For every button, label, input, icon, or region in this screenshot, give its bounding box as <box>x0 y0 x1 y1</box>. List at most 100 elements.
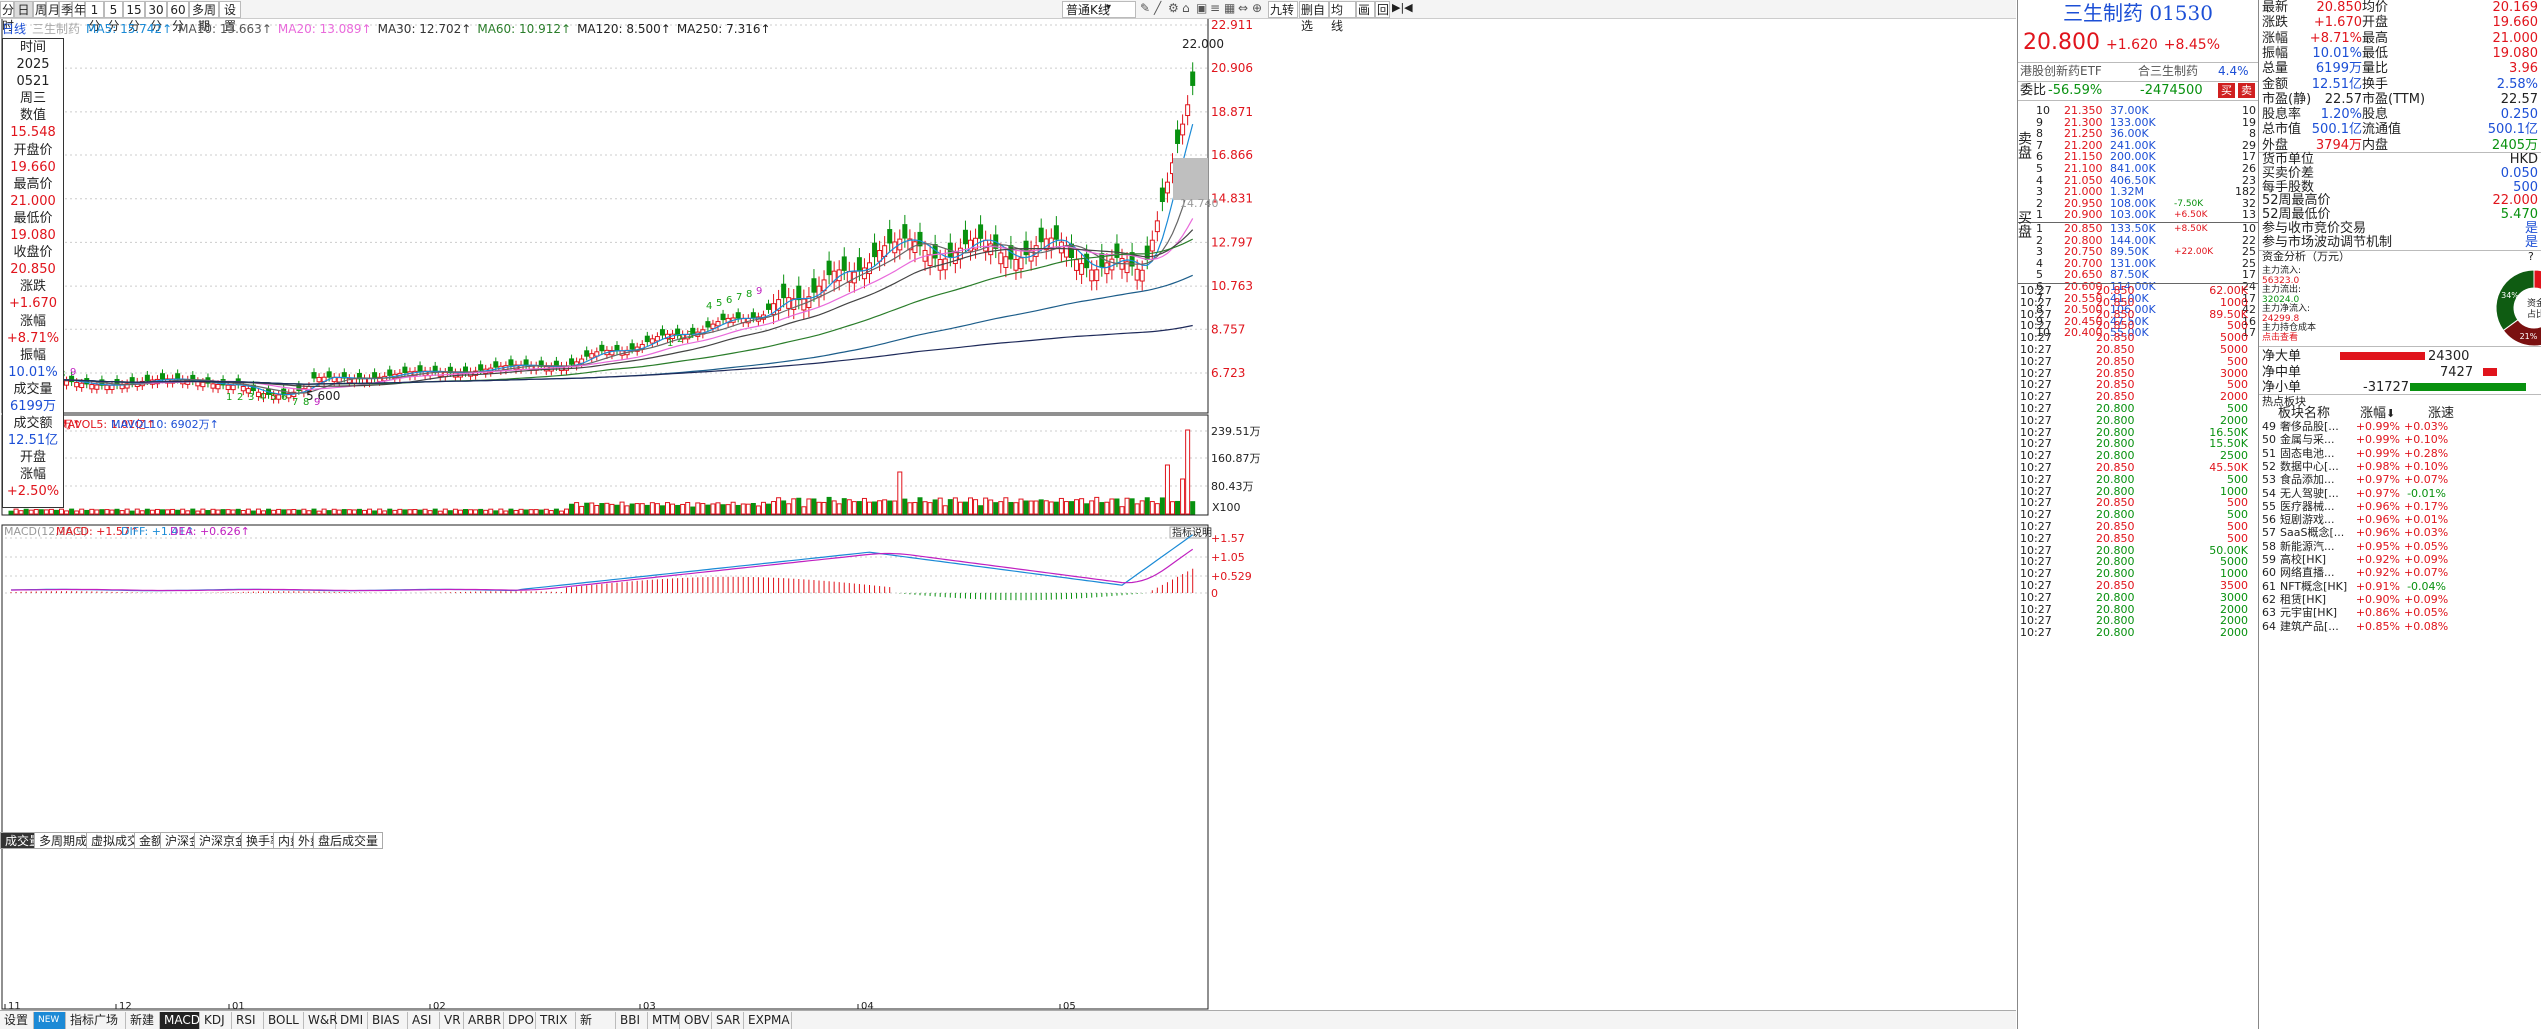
etf-stock: 合三生制药 <box>2138 64 2199 78</box>
hot-sector-name[interactable]: 新能源汽... <box>2280 540 2335 553</box>
volume-bar <box>250 510 256 515</box>
indicator-tab-7[interactable]: BOLL <box>264 1012 304 1029</box>
etf-label[interactable]: 港股创新药ETF <box>2020 62 2102 81</box>
buy-button[interactable]: 买 <box>2218 83 2235 98</box>
hot-sector-name[interactable]: 固态电池... <box>2280 447 2335 460</box>
hot-sector-name[interactable]: 奢侈品股[... <box>2280 420 2339 433</box>
candle-body <box>1074 259 1080 271</box>
hot-sector-name[interactable]: NFT概念[HK] <box>2280 580 2347 593</box>
pen-icon[interactable]: ✎ <box>1140 1 1150 15</box>
right-tab-1[interactable]: 删自选 <box>1299 1 1329 33</box>
hot-sector-name[interactable]: 元宇宙[HK] <box>2280 606 2337 619</box>
right-tab-4[interactable]: 回 <box>1375 1 1390 18</box>
volume-bar <box>993 502 999 515</box>
volume-axis-label: 160.87万 <box>1211 452 1261 465</box>
list-icon[interactable]: ≡ <box>1210 1 1220 15</box>
hot-rank: 56 <box>2262 513 2276 527</box>
volume-tab-9[interactable]: 盘后成交量 <box>313 832 384 849</box>
indicator-tab-15[interactable]: TRIX <box>536 1012 576 1029</box>
right-tab-3[interactable]: 画 <box>1356 1 1375 18</box>
indicator-tab-8[interactable]: W&R <box>304 1012 338 1029</box>
hot-sector-pct: +0.90% <box>2355 592 2400 606</box>
fund-net: 24299.8 <box>2262 313 2300 324</box>
indicator-tab-5[interactable]: KDJ <box>200 1012 232 1029</box>
volume-bar <box>53 509 59 515</box>
volume-bar <box>1124 497 1130 515</box>
indicator-tab-3[interactable]: 新建 <box>126 1012 160 1029</box>
indicator-tab-14[interactable]: DPO <box>504 1012 536 1029</box>
expand-icon[interactable]: ⇔ <box>1238 1 1248 15</box>
volume-bar <box>730 501 736 515</box>
nine-turn-rise: 7 <box>736 292 742 303</box>
line-icon[interactable]: ╱ <box>1154 1 1161 15</box>
hot-head-pct[interactable]: 涨幅 <box>2360 407 2386 421</box>
indicator-tab-20[interactable]: SAR <box>712 1012 744 1029</box>
hot-sector-name[interactable]: 高校[HK] <box>2280 553 2326 566</box>
lock-icon[interactable]: ⌂ <box>1182 1 1190 15</box>
indicator-tab-13[interactable]: ARBR <box>464 1012 504 1029</box>
indicator-tab-16[interactable]: 新DMA <box>576 1012 616 1029</box>
ma-value-0: MA5: 15.742↑ <box>86 22 173 36</box>
settings-icon[interactable]: ⚙ <box>1168 1 1179 15</box>
hot-rank: 55 <box>2262 499 2276 513</box>
kline-svg[interactable]: 22.91120.90618.87116.86614.83112.79710.7… <box>0 0 2016 1029</box>
indicator-tab-19[interactable]: OBV <box>680 1012 712 1029</box>
indicator-tab-17[interactable]: BBI <box>616 1012 648 1029</box>
nav-arrows-icon[interactable]: ▶|◀ <box>1392 1 1413 14</box>
hot-sector-name[interactable]: SaaS概念[... <box>2280 526 2344 539</box>
volume-bar <box>786 503 792 515</box>
hot-sector-name[interactable]: 数据中心[... <box>2280 460 2339 473</box>
volume-bar <box>584 502 590 515</box>
hot-sector-name[interactable]: 短剧游戏... <box>2280 513 2335 526</box>
sell-button[interactable]: 卖 <box>2238 83 2255 98</box>
indicator-tab-6[interactable]: RSI <box>232 1012 264 1029</box>
candle-body <box>629 343 635 350</box>
indicator-tab-21[interactable]: EXPMA <box>744 1012 792 1029</box>
fund-link[interactable]: 点击查看 <box>2262 333 2298 343</box>
indicator-tab-18[interactable]: MTM <box>648 1012 680 1029</box>
volume-bar <box>927 502 933 515</box>
period-tab-0[interactable]: 分时 <box>0 1 14 33</box>
indicator-help-button[interactable]: 指标说明 <box>1169 526 1212 539</box>
period-tab-7[interactable]: 5分 <box>104 1 123 33</box>
ask-price[interactable]: 20.900 <box>2064 209 2103 221</box>
volume-bar <box>74 510 80 515</box>
period-tab-11[interactable]: 多周期 <box>189 1 219 33</box>
kline-chart-area[interactable]: 22.911 20.906 18.871 16.866 14.831 12.797 10.7… <box>0 0 2016 1029</box>
price-axis-label: 6.723 <box>1211 366 1245 380</box>
indicator-tab-4[interactable]: MACD <box>160 1012 200 1029</box>
period-tab-4[interactable]: 季 <box>59 1 73 18</box>
period-tab-5[interactable]: 年 <box>72 1 86 18</box>
indicator-tab-0[interactable]: 设置 <box>0 1012 34 1029</box>
info-item: 6199万 <box>9 398 57 414</box>
indicator-tab-2[interactable]: 指标广场 <box>66 1012 126 1029</box>
period-tab-6[interactable]: 1分 <box>85 1 104 33</box>
hot-sector-name[interactable]: 医疗器械... <box>2280 500 2335 513</box>
indicator-tab-9[interactable]: DMI <box>336 1012 368 1029</box>
grid-icon[interactable]: ▦ <box>1224 1 1235 15</box>
hot-sector-name[interactable]: 建筑产品[... <box>2280 620 2339 633</box>
hot-sector-name[interactable]: 金属与采... <box>2280 433 2335 446</box>
image-icon[interactable]: ▣ <box>1196 1 1207 15</box>
hot-sector-name[interactable]: 无人驾驶[... <box>2280 487 2339 500</box>
right-tab-2[interactable]: 均线 <box>1329 1 1356 33</box>
help-icon[interactable]: ? <box>2528 250 2534 264</box>
stat-label: 最新 <box>2262 0 2289 15</box>
period-tab-1[interactable]: 日 <box>14 1 33 18</box>
right-tab-0[interactable]: 九转 <box>1268 1 1298 18</box>
indicator-tab-10[interactable]: BIAS <box>368 1012 408 1029</box>
period-tab-9[interactable]: 30分 <box>145 1 167 33</box>
period-tab-8[interactable]: 15分 <box>123 1 145 33</box>
hot-sector-name[interactable]: 食品添加... <box>2280 473 2335 486</box>
indicator-tab-12[interactable]: VR <box>440 1012 464 1029</box>
hot-sector-name[interactable]: 租赁[HK] <box>2280 593 2326 606</box>
period-tab-3[interactable]: 月 <box>46 1 60 18</box>
period-tab-2[interactable]: 周 <box>33 1 47 18</box>
kline-mode-select[interactable]: 普通K线 <box>1062 1 1136 18</box>
period-tab-10[interactable]: 60分 <box>167 1 189 33</box>
zoom-icon[interactable]: ⊕ <box>1252 1 1262 15</box>
hot-sector-name[interactable]: 网络直播... <box>2280 566 2335 579</box>
period-tab-12[interactable]: 设置 <box>219 1 241 33</box>
indicator-tab-11[interactable]: ASI <box>408 1012 440 1029</box>
indicator-tab-1[interactable]: NEW <box>34 1012 66 1029</box>
